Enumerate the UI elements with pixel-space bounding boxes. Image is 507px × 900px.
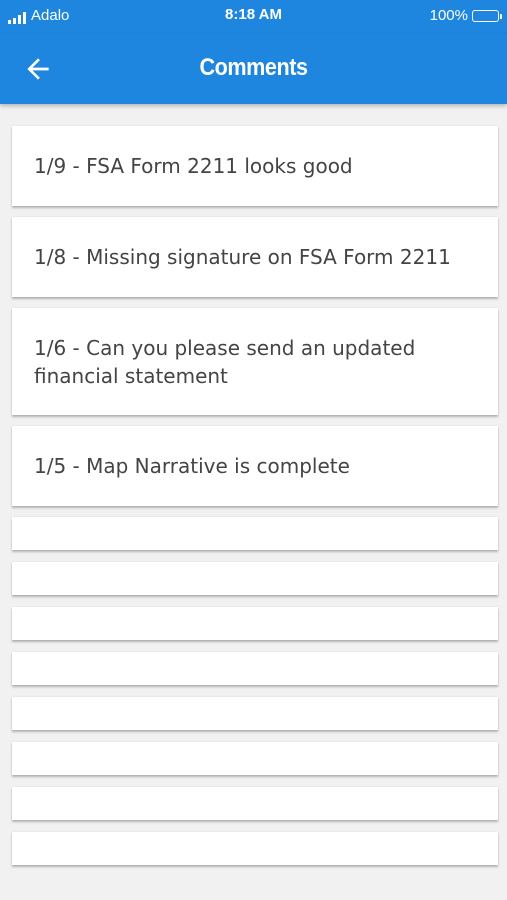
empty-list-item[interactable] [12, 787, 498, 820]
comment-card[interactable]: 1/8 - Missing signature on FSA Form 2211 [12, 217, 498, 297]
battery-icon [472, 9, 502, 22]
comment-text: 1/9 - FSA Form 2211 looks good [34, 154, 353, 178]
comment-card[interactable]: 1/5 - Map Narrative is complete [12, 426, 498, 506]
battery-status: 100% [429, 7, 502, 24]
empty-list-item[interactable] [12, 652, 498, 685]
empty-list-item[interactable] [12, 517, 498, 550]
comment-card[interactable]: 1/9 - FSA Form 2211 looks good [12, 126, 498, 206]
empty-list-item[interactable] [12, 562, 498, 595]
empty-list-item[interactable] [12, 697, 498, 730]
comment-list: 1/9 - FSA Form 2211 looks good 1/8 - Mis… [12, 126, 498, 877]
app-bar: Comments [0, 34, 507, 104]
comment-text: 1/8 - Missing signature on FSA Form 2211 [34, 245, 451, 269]
battery-percent: 100% [429, 7, 468, 24]
empty-list-item[interactable] [12, 742, 498, 775]
status-bar: Adalo 8:18 AM 100% [0, 0, 507, 34]
comment-text: 1/6 - Can you please send an updated fin… [34, 335, 416, 388]
comment-card[interactable]: 1/6 - Can you please send an updated fin… [12, 308, 498, 415]
empty-list-item[interactable] [12, 832, 498, 865]
comment-text: 1/5 - Map Narrative is complete [34, 454, 350, 478]
empty-list-item[interactable] [12, 607, 498, 640]
page-title: Comments [199, 54, 308, 81]
